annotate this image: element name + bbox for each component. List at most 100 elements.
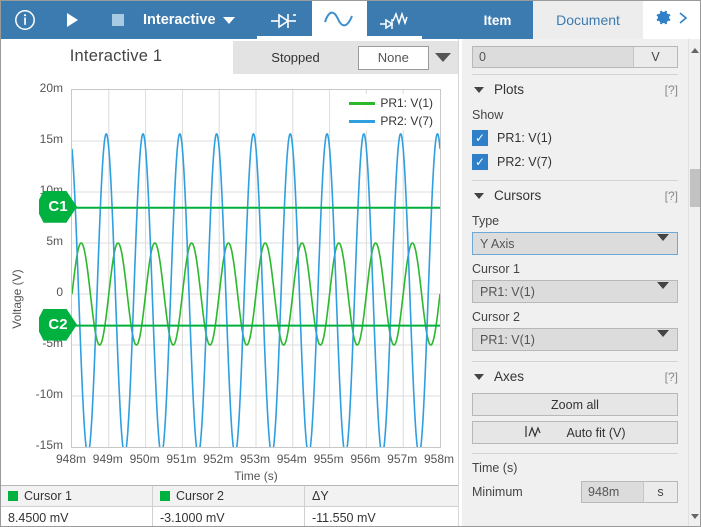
play-icon[interactable] bbox=[49, 1, 95, 39]
minimum-row: Minimum 948m s bbox=[472, 481, 678, 503]
cursor1-label: Cursor 1 bbox=[472, 262, 520, 276]
chevron-right-icon[interactable] bbox=[677, 10, 689, 31]
legend-item: PR1: V(1) bbox=[349, 96, 433, 110]
legend-item: PR2: V(7) bbox=[349, 114, 433, 128]
legend-label: PR1: V(1) bbox=[380, 96, 433, 110]
y-axis-tick-label: 15m bbox=[39, 132, 63, 146]
table-value-cell: 8.4500 mV bbox=[1, 507, 153, 526]
zoom-all-button[interactable]: Zoom all bbox=[472, 393, 678, 416]
cursor-type-label: Type bbox=[472, 214, 500, 228]
tab-item[interactable]: Item bbox=[462, 1, 533, 39]
section-title-cursors: Cursors bbox=[494, 188, 542, 203]
cursor2-select[interactable]: PR1: V(1) bbox=[472, 328, 678, 351]
minimum-unit: s bbox=[643, 482, 677, 502]
waveform-svg bbox=[72, 90, 440, 447]
table-header-label: Cursor 2 bbox=[176, 489, 224, 503]
plot-area[interactable]: PR1: V(1) PR2: V(7) bbox=[71, 89, 441, 448]
y-axis-tick-label: -15m bbox=[35, 438, 63, 452]
chart-legend: PR1: V(1) PR2: V(7) bbox=[346, 94, 436, 130]
cursor2-label: Cursor 2 bbox=[472, 310, 520, 324]
x-axis-label: Time (s) bbox=[234, 469, 278, 483]
checkbox-pr2[interactable]: ✓ PR2: V(7) bbox=[472, 154, 678, 170]
gear-icon[interactable] bbox=[654, 8, 673, 32]
tab-document[interactable]: Document bbox=[533, 1, 643, 39]
y-axis-tick-label: -10m bbox=[35, 387, 63, 401]
cursor-mode-chevron-down-icon[interactable] bbox=[429, 41, 458, 74]
simulation-mode-dropdown[interactable]: Interactive bbox=[141, 1, 235, 39]
chevron-down-icon bbox=[657, 234, 669, 255]
simulation-mode-label: Interactive bbox=[143, 12, 216, 28]
zoom-all-label: Zoom all bbox=[551, 397, 599, 412]
section-header-axes[interactable]: Axes [?] bbox=[472, 361, 678, 388]
collapse-caret-icon bbox=[474, 192, 484, 199]
page-title: Interactive 1 bbox=[69, 47, 163, 65]
section-header-plots[interactable]: Plots [?] bbox=[472, 74, 678, 101]
simulation-window: Interactive Interactive 1 Stopped None V… bbox=[0, 0, 701, 527]
table-value-cell: -11.550 mV bbox=[312, 510, 376, 525]
cursor1-value: PR1: V(1) bbox=[480, 284, 535, 299]
legend-color-swatch bbox=[349, 119, 376, 123]
x-axis-tick-label: 958m bbox=[423, 452, 455, 466]
legend-label: PR2: V(7) bbox=[380, 114, 433, 128]
scroll-up-icon[interactable] bbox=[690, 43, 700, 57]
help-link-plots[interactable]: [?] bbox=[665, 83, 678, 97]
checkbox-check-icon: ✓ bbox=[472, 154, 488, 170]
scrollbar-thumb[interactable] bbox=[690, 169, 700, 207]
panel-tools bbox=[643, 1, 700, 39]
section-title-plots: Plots bbox=[494, 82, 525, 97]
table-header-cell: ΔY bbox=[305, 486, 457, 506]
section-header-cursors[interactable]: Cursors [?] bbox=[472, 180, 678, 207]
checkbox-check-icon: ✓ bbox=[472, 130, 488, 146]
minimum-input[interactable]: 948m bbox=[582, 482, 643, 502]
table-value-cell: -3.1000 mV bbox=[153, 507, 305, 526]
cursor-color-swatch bbox=[8, 491, 18, 501]
status-bar: Stopped None bbox=[233, 41, 458, 74]
table-header-cell: Cursor 2 bbox=[153, 486, 305, 506]
cursor-color-swatch bbox=[160, 491, 170, 501]
value-field[interactable]: 0 V bbox=[472, 46, 678, 68]
chevron-down-glyph bbox=[435, 53, 452, 62]
mixed-signal-tab[interactable] bbox=[366, 6, 422, 39]
auto-fit-button[interactable]: Auto fit (V) bbox=[472, 421, 678, 444]
value-field-input[interactable]: 0 bbox=[473, 47, 633, 67]
autofit-icon bbox=[524, 425, 550, 441]
cursor2-value: PR1: V(1) bbox=[480, 332, 535, 347]
table-header-row: Cursor 1 Cursor 2 ΔY bbox=[1, 486, 458, 507]
dc-sweep-tab[interactable] bbox=[256, 6, 312, 39]
chevron-down-icon bbox=[222, 16, 235, 24]
stop-icon[interactable] bbox=[95, 1, 141, 39]
y-axis-tick-label: 0 bbox=[56, 285, 63, 299]
cursor1-select[interactable]: PR1: V(1) bbox=[472, 280, 678, 303]
minimum-field[interactable]: 948m s bbox=[581, 481, 678, 503]
legend-color-swatch bbox=[349, 101, 376, 105]
info-circle-icon[interactable] bbox=[1, 1, 49, 39]
cursor-mode-select[interactable]: None bbox=[358, 45, 429, 70]
chevron-down-icon bbox=[657, 282, 669, 303]
section-divider bbox=[472, 453, 678, 454]
section-title-axes: Axes bbox=[494, 369, 525, 384]
cursor-type-select[interactable]: Y Axis bbox=[472, 232, 678, 255]
show-label: Show bbox=[472, 108, 504, 122]
minimum-label: Minimum bbox=[472, 485, 523, 499]
properties-panel: Item Document 0 V Plots [?] Show ✓ PR1: … bbox=[462, 1, 700, 526]
checkbox-pr1[interactable]: ✓ PR1: V(1) bbox=[472, 130, 678, 146]
help-link-cursors[interactable]: [?] bbox=[665, 189, 678, 203]
y-axis-tick-label: 5m bbox=[46, 234, 63, 248]
scroll-down-icon[interactable] bbox=[690, 509, 700, 523]
time-axis-group-label: Time (s) bbox=[472, 461, 518, 475]
help-link-axes[interactable]: [?] bbox=[665, 370, 678, 384]
panel-scrollbar[interactable] bbox=[688, 39, 700, 526]
table-header-cell: Cursor 1 bbox=[1, 486, 153, 506]
cursor-readout-table: Cursor 1 Cursor 2 ΔY 8.4500 mV -3.1000 mV -1… bbox=[1, 485, 458, 526]
collapse-caret-icon bbox=[474, 86, 484, 93]
table-header-label: ΔY bbox=[312, 489, 329, 503]
y-axis-tick-label: 20m bbox=[39, 81, 63, 95]
value-field-unit: V bbox=[633, 47, 677, 67]
table-header-label: Cursor 1 bbox=[24, 489, 72, 503]
analysis-tab-group bbox=[256, 1, 422, 39]
status-badge: Stopped bbox=[271, 50, 320, 65]
auto-fit-label: Auto fit (V) bbox=[566, 425, 626, 440]
chevron-down-icon bbox=[657, 330, 669, 351]
waveform-chart: Voltage (V) Time (s) 20m 15m 10m 5m 0 -5m -10m… bbox=[1, 77, 458, 485]
transient-tab[interactable] bbox=[311, 1, 367, 39]
